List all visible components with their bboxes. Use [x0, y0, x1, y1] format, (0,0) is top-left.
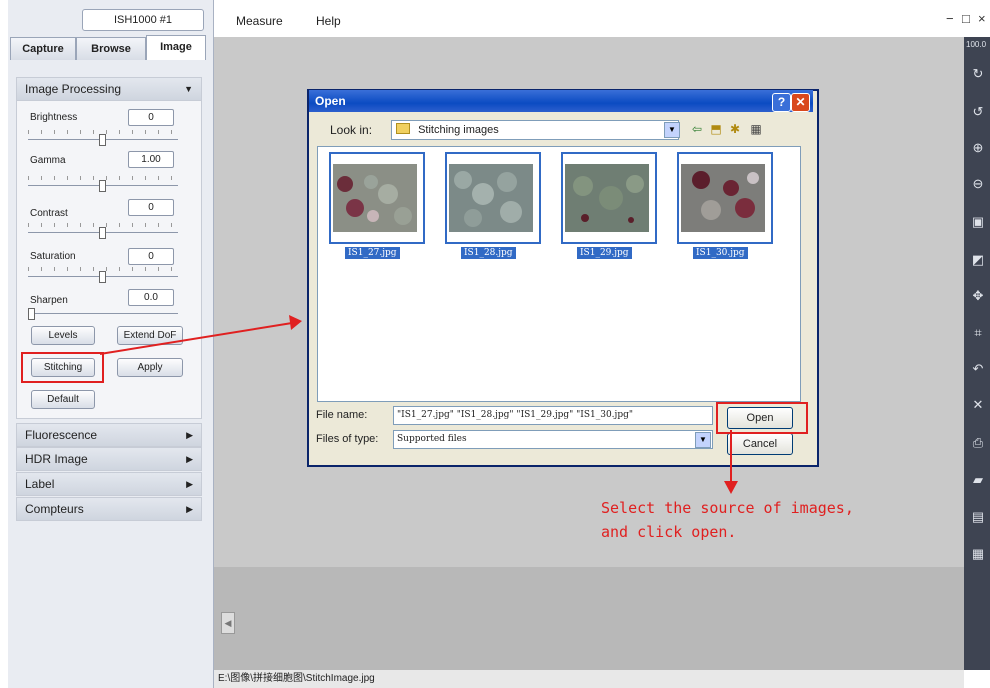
annotation-line: Select the source of images,: [601, 499, 854, 517]
arrow-head: [289, 315, 302, 330]
annotation-arrows: [99, 315, 738, 494]
arrow-head: [724, 481, 738, 494]
annotation-text: Select the source of images, and click o…: [601, 496, 854, 544]
annotation-line: and click open.: [601, 523, 737, 541]
